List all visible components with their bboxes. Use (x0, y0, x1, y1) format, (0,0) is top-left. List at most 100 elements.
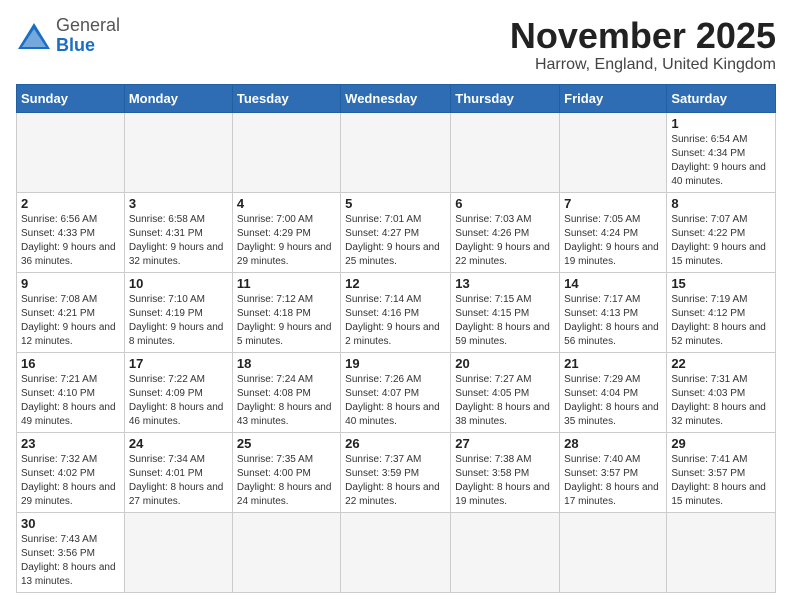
calendar-day-cell: 27 Sunrise: 7:38 AM Sunset: 3:58 PM Dayli… (451, 432, 560, 512)
day-info: Sunrise: 7:38 AM Sunset: 3:58 PM Dayligh… (455, 453, 555, 509)
calendar-day-cell: 30 Sunrise: 7:43 AM Sunset: 3:56 PM Dayli… (17, 512, 125, 592)
calendar-day-cell (232, 512, 340, 592)
day-number: 5 (345, 196, 446, 211)
calendar-week-row: 2 Sunrise: 6:56 AM Sunset: 4:33 PM Daylig… (17, 192, 776, 272)
day-number: 11 (237, 276, 336, 291)
day-info: Sunrise: 6:58 AM Sunset: 4:31 PM Dayligh… (129, 213, 228, 269)
calendar-day-cell (17, 112, 125, 192)
calendar-day-cell (560, 512, 667, 592)
calendar-week-row: 30 Sunrise: 7:43 AM Sunset: 3:56 PM Dayli… (17, 512, 776, 592)
calendar-week-row: 1 Sunrise: 6:54 AM Sunset: 4:34 PM Daylig… (17, 112, 776, 192)
calendar-header-row: SundayMondayTuesdayWednesdayThursdayFrid… (17, 84, 776, 112)
calendar-day-cell (451, 512, 560, 592)
calendar-day-cell: 6 Sunrise: 7:03 AM Sunset: 4:26 PM Daylig… (451, 192, 560, 272)
day-info: Sunrise: 7:12 AM Sunset: 4:18 PM Dayligh… (237, 293, 336, 349)
calendar-day-cell (667, 512, 776, 592)
calendar-week-row: 9 Sunrise: 7:08 AM Sunset: 4:21 PM Daylig… (17, 272, 776, 352)
calendar-day-cell: 9 Sunrise: 7:08 AM Sunset: 4:21 PM Daylig… (17, 272, 125, 352)
calendar-day-cell: 2 Sunrise: 6:56 AM Sunset: 4:33 PM Daylig… (17, 192, 125, 272)
calendar-day-cell: 13Sunrise: 7:15 AM Sunset: 4:15 PM Dayli… (451, 272, 560, 352)
day-number: 12 (345, 276, 446, 291)
calendar-week-row: 23 Sunrise: 7:32 AM Sunset: 4:02 PM Dayli… (17, 432, 776, 512)
day-number: 20 (455, 356, 555, 371)
logo-general-text: General (56, 15, 120, 35)
day-info: Sunrise: 6:54 AM Sunset: 4:34 PM Dayligh… (671, 133, 771, 189)
day-info: Sunrise: 7:07 AM Sunset: 4:22 PM Dayligh… (671, 213, 771, 269)
calendar-day-cell (451, 112, 560, 192)
logo-blue-text: Blue (56, 35, 95, 55)
day-info: Sunrise: 7:43 AM Sunset: 3:56 PM Dayligh… (21, 533, 120, 589)
logo-icon (16, 21, 52, 51)
calendar-day-cell: 1 Sunrise: 6:54 AM Sunset: 4:34 PM Daylig… (667, 112, 776, 192)
day-number: 25 (237, 436, 336, 451)
day-number: 30 (21, 516, 120, 531)
calendar-day-cell: 29 Sunrise: 7:41 AM Sunset: 3:57 PM Dayli… (667, 432, 776, 512)
day-info: Sunrise: 7:26 AM Sunset: 4:07 PM Dayligh… (345, 373, 446, 429)
column-header-tuesday: Tuesday (232, 84, 340, 112)
calendar-table: SundayMondayTuesdayWednesdayThursdayFrid… (16, 84, 776, 593)
calendar-day-cell: 12Sunrise: 7:14 AM Sunset: 4:16 PM Dayli… (341, 272, 451, 352)
calendar-day-cell (232, 112, 340, 192)
calendar-day-cell: 3 Sunrise: 6:58 AM Sunset: 4:31 PM Daylig… (124, 192, 232, 272)
calendar-day-cell: 11 Sunrise: 7:12 AM Sunset: 4:18 PM Dayli… (232, 272, 340, 352)
column-header-sunday: Sunday (17, 84, 125, 112)
day-info: Sunrise: 7:08 AM Sunset: 4:21 PM Dayligh… (21, 293, 120, 349)
day-info: Sunrise: 7:05 AM Sunset: 4:24 PM Dayligh… (564, 213, 662, 269)
day-number: 16 (21, 356, 120, 371)
day-number: 1 (671, 116, 771, 131)
day-number: 6 (455, 196, 555, 211)
calendar-day-cell: 14Sunrise: 7:17 AM Sunset: 4:13 PM Dayli… (560, 272, 667, 352)
calendar-day-cell: 24 Sunrise: 7:34 AM Sunset: 4:01 PM Dayli… (124, 432, 232, 512)
day-info: Sunrise: 7:21 AM Sunset: 4:10 PM Dayligh… (21, 373, 120, 429)
page-header: General Blue November 2025 Harrow, Engla… (16, 16, 776, 74)
day-number: 13 (455, 276, 555, 291)
day-info: Sunrise: 7:01 AM Sunset: 4:27 PM Dayligh… (345, 213, 446, 269)
day-info: Sunrise: 7:41 AM Sunset: 3:57 PM Dayligh… (671, 453, 771, 509)
day-number: 24 (129, 436, 228, 451)
day-number: 18 (237, 356, 336, 371)
calendar-day-cell (341, 512, 451, 592)
day-number: 27 (455, 436, 555, 451)
day-number: 7 (564, 196, 662, 211)
day-info: Sunrise: 7:03 AM Sunset: 4:26 PM Dayligh… (455, 213, 555, 269)
calendar-day-cell: 5 Sunrise: 7:01 AM Sunset: 4:27 PM Daylig… (341, 192, 451, 272)
calendar-day-cell: 16 Sunrise: 7:21 AM Sunset: 4:10 PM Dayli… (17, 352, 125, 432)
calendar-day-cell: 22Sunrise: 7:31 AM Sunset: 4:03 PM Dayli… (667, 352, 776, 432)
day-number: 29 (671, 436, 771, 451)
day-number: 15 (671, 276, 771, 291)
month-title: November 2025 (510, 16, 776, 56)
calendar-day-cell: 4Sunrise: 7:00 AM Sunset: 4:29 PM Daylig… (232, 192, 340, 272)
day-info: Sunrise: 7:27 AM Sunset: 4:05 PM Dayligh… (455, 373, 555, 429)
day-number: 28 (564, 436, 662, 451)
day-info: Sunrise: 7:32 AM Sunset: 4:02 PM Dayligh… (21, 453, 120, 509)
calendar-day-cell (560, 112, 667, 192)
day-number: 21 (564, 356, 662, 371)
calendar-day-cell: 20 Sunrise: 7:27 AM Sunset: 4:05 PM Dayli… (451, 352, 560, 432)
calendar-day-cell: 10Sunrise: 7:10 AM Sunset: 4:19 PM Dayli… (124, 272, 232, 352)
column-header-friday: Friday (560, 84, 667, 112)
day-number: 3 (129, 196, 228, 211)
calendar-day-cell (341, 112, 451, 192)
day-number: 23 (21, 436, 120, 451)
calendar-day-cell: 25Sunrise: 7:35 AM Sunset: 4:00 PM Dayli… (232, 432, 340, 512)
day-number: 17 (129, 356, 228, 371)
day-info: Sunrise: 7:00 AM Sunset: 4:29 PM Dayligh… (237, 213, 336, 269)
day-info: Sunrise: 6:56 AM Sunset: 4:33 PM Dayligh… (21, 213, 120, 269)
calendar-day-cell: 19 Sunrise: 7:26 AM Sunset: 4:07 PM Dayli… (341, 352, 451, 432)
day-number: 26 (345, 436, 446, 451)
day-info: Sunrise: 7:10 AM Sunset: 4:19 PM Dayligh… (129, 293, 228, 349)
day-number: 9 (21, 276, 120, 291)
day-number: 19 (345, 356, 446, 371)
day-number: 2 (21, 196, 120, 211)
day-info: Sunrise: 7:34 AM Sunset: 4:01 PM Dayligh… (129, 453, 228, 509)
logo: General Blue (16, 16, 120, 56)
title-section: November 2025 Harrow, England, United Ki… (510, 16, 776, 74)
calendar-day-cell: 15Sunrise: 7:19 AM Sunset: 4:12 PM Dayli… (667, 272, 776, 352)
calendar-day-cell (124, 112, 232, 192)
column-header-saturday: Saturday (667, 84, 776, 112)
calendar-day-cell: 17 Sunrise: 7:22 AM Sunset: 4:09 PM Dayli… (124, 352, 232, 432)
day-number: 14 (564, 276, 662, 291)
calendar-day-cell: 7 Sunrise: 7:05 AM Sunset: 4:24 PM Daylig… (560, 192, 667, 272)
day-info: Sunrise: 7:22 AM Sunset: 4:09 PM Dayligh… (129, 373, 228, 429)
calendar-day-cell: 26Sunrise: 7:37 AM Sunset: 3:59 PM Dayli… (341, 432, 451, 512)
